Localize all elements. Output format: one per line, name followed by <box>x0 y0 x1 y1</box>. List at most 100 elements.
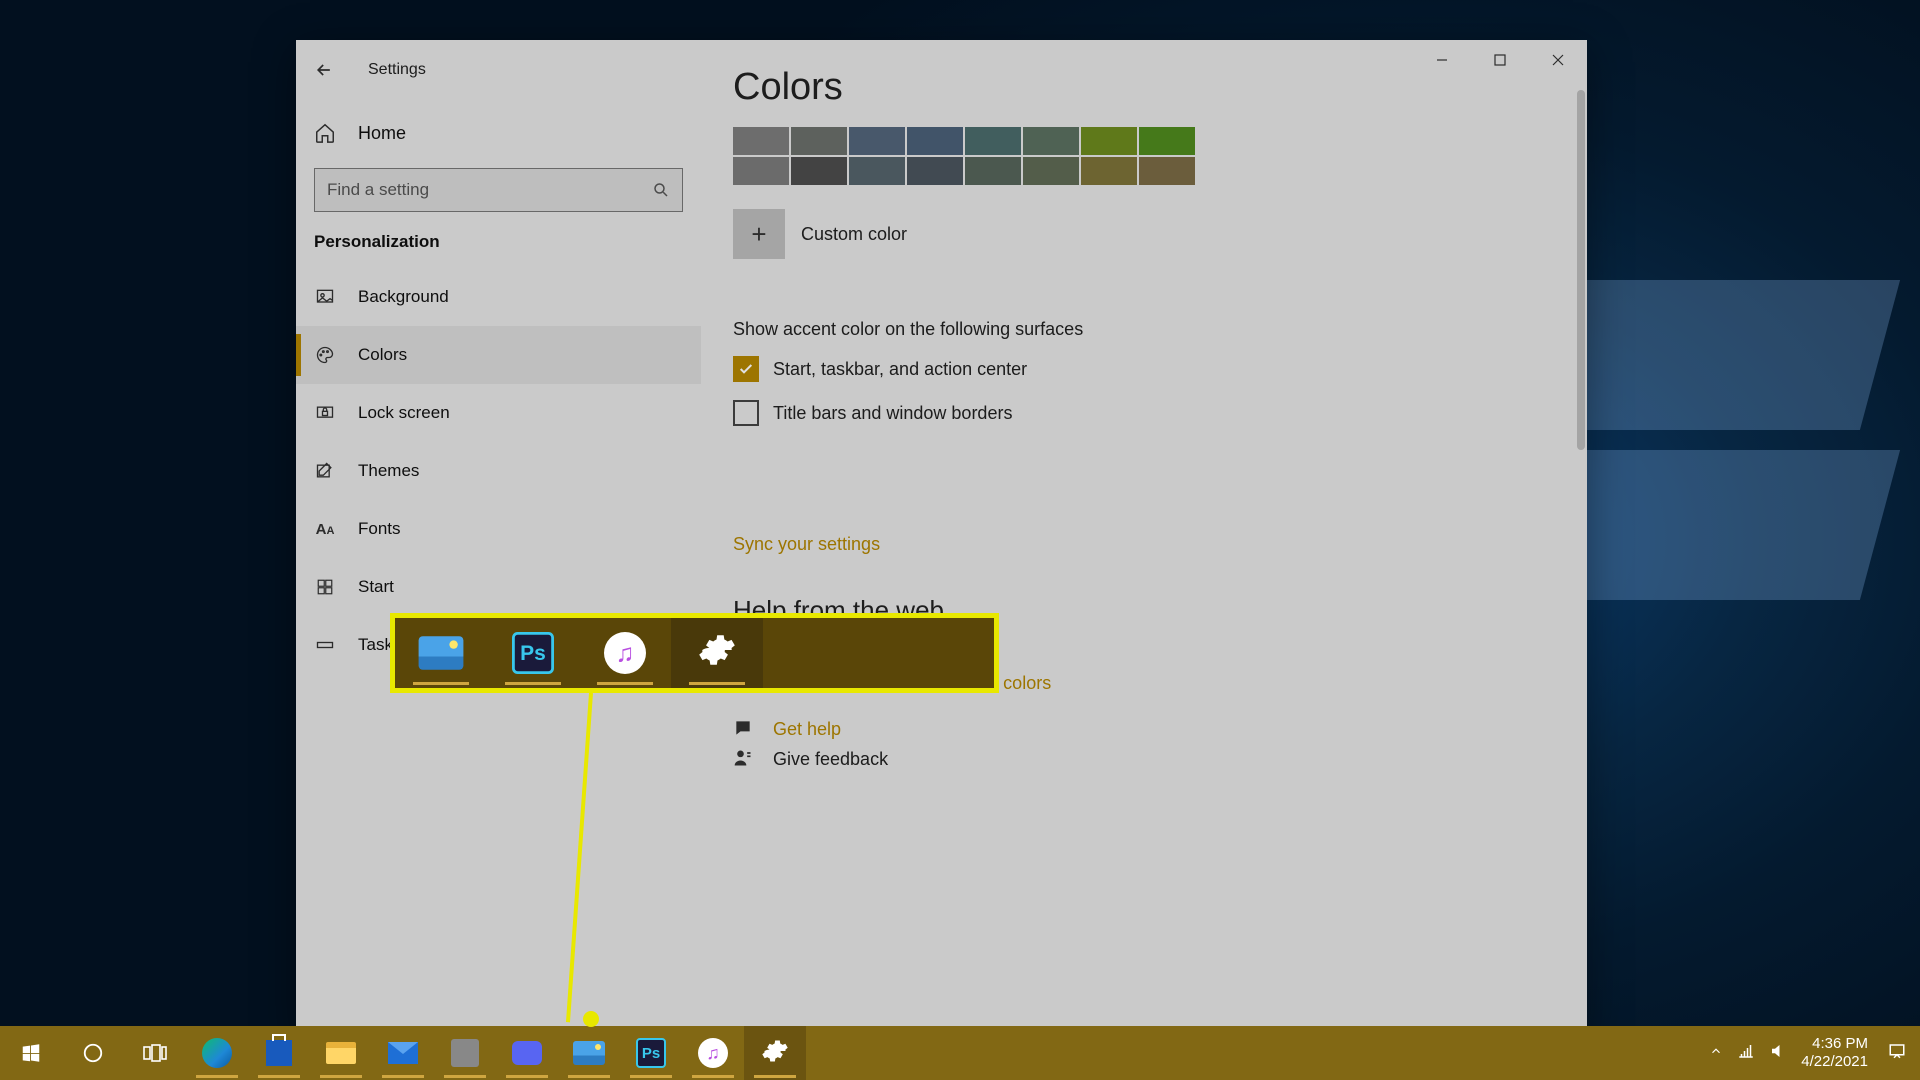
accent-surfaces-heading: Show accent color on the following surfa… <box>733 319 1547 340</box>
palette-icon <box>314 344 336 366</box>
color-swatch[interactable] <box>1081 157 1137 185</box>
window-controls <box>1413 40 1587 80</box>
action-center-icon[interactable] <box>1888 1042 1906 1064</box>
sidebar-item-label: Fonts <box>358 519 401 539</box>
search-icon <box>652 181 670 199</box>
home-icon <box>314 122 336 144</box>
clock-time: 4:36 PM <box>1801 1035 1868 1053</box>
feedback-link[interactable]: Give feedback <box>773 749 888 770</box>
taskbar-start-button[interactable] <box>0 1026 62 1080</box>
color-swatch-grid <box>733 127 1547 185</box>
color-swatch[interactable] <box>907 157 963 185</box>
chat-icon <box>733 718 755 740</box>
plus-icon: + <box>733 209 785 259</box>
sidebar-item-colors[interactable]: Colors <box>296 326 701 384</box>
sidebar-item-label: Start <box>358 577 394 597</box>
callout-itunes: ♫ <box>579 618 671 688</box>
search-input[interactable] <box>327 180 652 200</box>
home-label: Home <box>358 123 406 144</box>
taskbar-app-generic[interactable] <box>434 1026 496 1080</box>
color-swatch[interactable] <box>733 127 789 155</box>
get-help-link[interactable]: Get help <box>773 719 841 740</box>
checkbox-titlebars[interactable]: Title bars and window borders <box>733 400 1547 426</box>
taskbar-itunes[interactable]: ♫ <box>682 1026 744 1080</box>
checkbox-icon <box>733 356 759 382</box>
callout-anchor-dot <box>583 1011 599 1027</box>
taskbar-store[interactable] <box>248 1026 310 1080</box>
color-swatch[interactable] <box>1023 127 1079 155</box>
taskbar-settings[interactable] <box>744 1026 806 1080</box>
system-tray[interactable]: 4:36 PM 4/22/2021 <box>1695 1026 1920 1080</box>
color-swatch[interactable] <box>849 157 905 185</box>
tray-volume-icon[interactable] <box>1769 1042 1787 1064</box>
sidebar-item-label: Themes <box>358 461 419 481</box>
taskbar-mail[interactable] <box>372 1026 434 1080</box>
close-button[interactable] <box>1529 40 1587 80</box>
callout-settings <box>671 618 763 688</box>
settings-window: Settings Home Personalization Background… <box>296 40 1587 1040</box>
sidebar-item-label: Lock screen <box>358 403 450 423</box>
sidebar-item-lock-screen[interactable]: Lock screen <box>296 384 701 442</box>
sidebar-item-label: Background <box>358 287 449 307</box>
taskbar-clock[interactable]: 4:36 PM 4/22/2021 <box>1801 1035 1874 1071</box>
color-swatch[interactable] <box>733 157 789 185</box>
tray-network-icon[interactable] <box>1737 1042 1755 1064</box>
taskbar-edge[interactable] <box>186 1026 248 1080</box>
sidebar-item-start[interactable]: Start <box>296 558 701 616</box>
settings-sidebar: Settings Home Personalization Background… <box>296 40 701 1040</box>
start-icon <box>314 576 336 598</box>
person-icon <box>733 748 755 770</box>
taskbar-icon <box>314 634 336 656</box>
font-icon: AA <box>314 518 336 540</box>
taskbar-zoom-callout: Ps♫ <box>390 613 999 693</box>
custom-color-row[interactable]: + Custom color <box>733 209 1547 259</box>
pen-icon <box>314 460 336 482</box>
picture-icon <box>314 286 336 308</box>
color-swatch[interactable] <box>849 127 905 155</box>
checkbox-start-taskbar[interactable]: Start, taskbar, and action center <box>733 356 1547 382</box>
checkbox-label: Start, taskbar, and action center <box>773 359 1027 380</box>
taskbar-taskview-button[interactable] <box>124 1026 186 1080</box>
callout-photoshop: Ps <box>487 618 579 688</box>
sidebar-item-background[interactable]: Background <box>296 268 701 326</box>
titlebar: Settings <box>296 46 701 94</box>
color-swatch[interactable] <box>1023 157 1079 185</box>
sidebar-item-label: Colors <box>358 345 407 365</box>
color-swatch[interactable] <box>1081 127 1137 155</box>
taskbar-photoshop[interactable]: Ps <box>620 1026 682 1080</box>
color-swatch[interactable] <box>1139 127 1195 155</box>
color-swatch[interactable] <box>965 157 1021 185</box>
settings-content: Colors + Custom color Show accent color … <box>701 40 1587 1040</box>
feedback-row[interactable]: Give feedback <box>733 748 1547 770</box>
color-swatch[interactable] <box>1139 157 1195 185</box>
taskbar-search-button[interactable] <box>62 1026 124 1080</box>
taskbar-discord[interactable] <box>496 1026 558 1080</box>
color-swatch[interactable] <box>791 157 847 185</box>
tray-chevron-icon[interactable] <box>1709 1044 1723 1062</box>
color-swatch[interactable] <box>791 127 847 155</box>
color-swatch[interactable] <box>965 127 1021 155</box>
back-button[interactable] <box>310 56 338 84</box>
checkbox-label: Title bars and window borders <box>773 403 1012 424</box>
scrollbar[interactable] <box>1577 90 1585 450</box>
taskbar-photos[interactable] <box>558 1026 620 1080</box>
checkbox-icon <box>733 400 759 426</box>
window-title: Settings <box>368 61 426 79</box>
taskbar-file-explorer[interactable] <box>310 1026 372 1080</box>
lockscreen-icon <box>314 402 336 424</box>
sidebar-item-themes[interactable]: Themes <box>296 442 701 500</box>
maximize-button[interactable] <box>1471 40 1529 80</box>
sync-settings-link[interactable]: Sync your settings <box>733 534 1547 555</box>
sidebar-section-header: Personalization <box>296 222 701 268</box>
search-box[interactable] <box>314 168 683 212</box>
sidebar-item-fonts[interactable]: AA Fonts <box>296 500 701 558</box>
get-help-row[interactable]: Get help <box>733 718 1547 740</box>
sidebar-home[interactable]: Home <box>296 104 701 162</box>
desktop: Settings Home Personalization Background… <box>0 0 1920 1080</box>
minimize-button[interactable] <box>1413 40 1471 80</box>
color-swatch[interactable] <box>907 127 963 155</box>
taskbar: Ps♫ 4:36 PM 4/22/2021 <box>0 1026 1920 1080</box>
callout-photos <box>395 618 487 688</box>
custom-color-label: Custom color <box>801 224 907 245</box>
clock-date: 4/22/2021 <box>1801 1053 1868 1071</box>
